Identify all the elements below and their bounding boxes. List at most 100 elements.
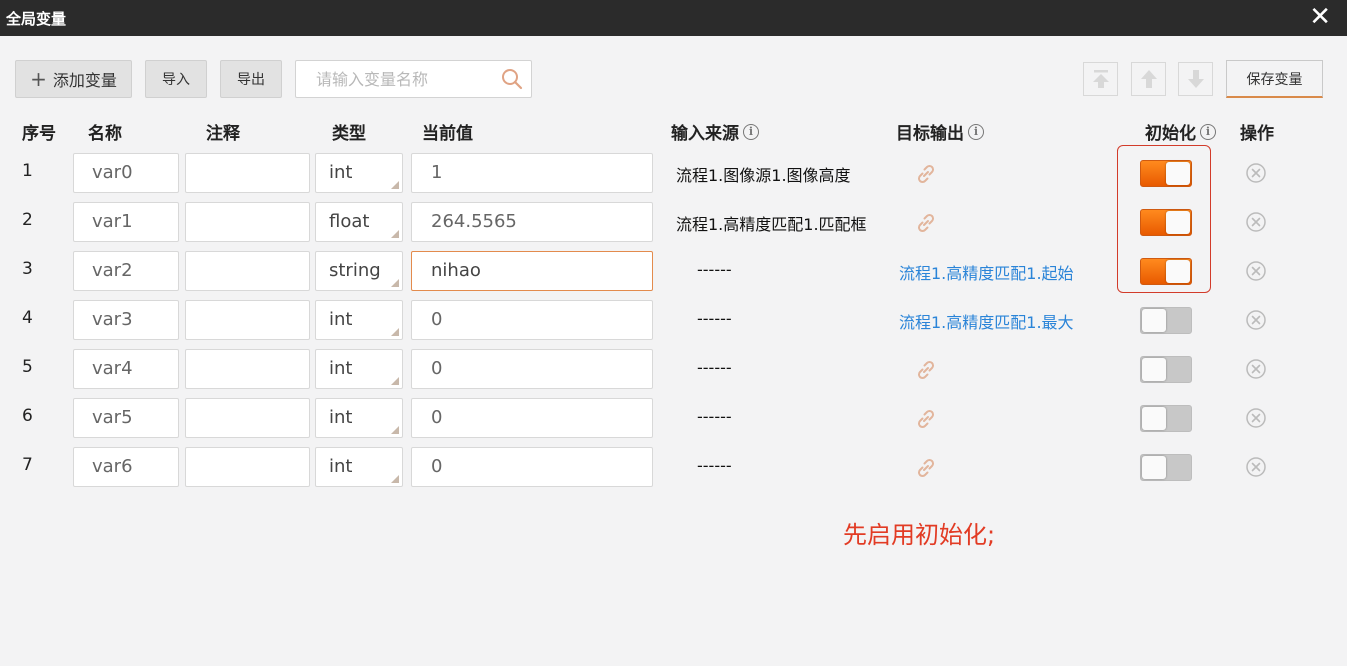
note-field[interactable] [185, 398, 310, 438]
toggle-knob [1142, 407, 1166, 430]
value-field[interactable]: 264.5565 [411, 202, 653, 242]
header-target: 目标输出 i [896, 119, 984, 144]
info-icon[interactable]: i [968, 123, 984, 140]
type-select[interactable]: float [315, 202, 403, 242]
delete-icon[interactable] [1245, 260, 1267, 282]
value-field[interactable]: 1 [411, 153, 653, 193]
type-select[interactable]: int [315, 153, 403, 193]
move-up-button[interactable] [1131, 62, 1166, 96]
header-source-label: 输入来源 [671, 124, 739, 144]
move-down-button[interactable] [1178, 62, 1213, 96]
name-field[interactable]: var3 [73, 300, 179, 340]
input-source[interactable]: ------ [697, 309, 897, 328]
table-row: 4 var3 int 0 ------ 流程1.高精度匹配1.最大 [0, 300, 1347, 340]
row-seq: 7 [22, 455, 33, 475]
header-value: 当前值 [422, 124, 473, 144]
delete-icon[interactable] [1245, 211, 1267, 233]
delete-icon[interactable] [1245, 162, 1267, 184]
annotation-text: 先启用初始化; [843, 521, 996, 549]
note-field[interactable] [185, 251, 310, 291]
header-type: 类型 [332, 124, 366, 144]
table-row: 6 var5 int 0 ------ [0, 398, 1347, 438]
type-select[interactable]: int [315, 447, 403, 487]
row-seq: 5 [22, 357, 33, 377]
search-icon[interactable] [501, 68, 523, 90]
delete-icon[interactable] [1245, 407, 1267, 429]
init-toggle[interactable] [1140, 454, 1192, 481]
close-icon[interactable]: ✕ [1309, 2, 1331, 32]
header-source: 输入来源 i [671, 119, 759, 144]
move-up-icon [1140, 70, 1157, 88]
input-source[interactable]: ------ [697, 407, 897, 426]
move-down-icon [1187, 70, 1204, 88]
delete-icon[interactable] [1245, 358, 1267, 380]
init-toggle[interactable] [1140, 307, 1192, 334]
link-icon[interactable] [914, 456, 938, 480]
link-icon[interactable] [914, 211, 938, 235]
value-field[interactable]: 0 [411, 300, 653, 340]
name-field[interactable]: var0 [73, 153, 179, 193]
note-field[interactable] [185, 300, 310, 340]
header-note: 注释 [206, 124, 240, 144]
header-name: 名称 [88, 124, 122, 144]
move-to-top-button[interactable] [1083, 62, 1118, 96]
input-source[interactable]: 流程1.高精度匹配1.匹配框 [676, 211, 876, 235]
title-bar: 全局变量 ✕ [0, 0, 1347, 36]
link-icon[interactable] [914, 162, 938, 186]
init-toggle[interactable] [1140, 356, 1192, 383]
row-seq: 3 [22, 259, 33, 279]
search-input[interactable] [296, 61, 496, 97]
name-field[interactable]: var6 [73, 447, 179, 487]
note-field[interactable] [185, 153, 310, 193]
header-init-label: 初始化 [1145, 124, 1196, 144]
add-variable-button[interactable]: + 添加变量 [15, 60, 132, 98]
search-box [295, 60, 532, 98]
row-seq: 2 [22, 210, 33, 230]
value-field[interactable]: 0 [411, 398, 653, 438]
type-select[interactable]: int [315, 300, 403, 340]
init-toggle[interactable] [1140, 405, 1192, 432]
input-source[interactable]: ------ [697, 456, 897, 475]
header-init: 初始化 i [1145, 119, 1216, 144]
delete-icon[interactable] [1245, 309, 1267, 331]
plus-icon: + [30, 67, 47, 91]
add-variable-label: 添加变量 [52, 71, 117, 90]
target-output-link[interactable]: 流程1.高精度匹配1.最大 [899, 309, 1087, 333]
name-field[interactable]: var1 [73, 202, 179, 242]
table-row: 7 var6 int 0 ------ [0, 447, 1347, 487]
name-field[interactable]: var2 [73, 251, 179, 291]
note-field[interactable] [185, 349, 310, 389]
type-select[interactable]: string [315, 251, 403, 291]
value-field[interactable]: 0 [411, 349, 653, 389]
input-source[interactable]: ------ [697, 260, 897, 279]
name-field[interactable]: var5 [73, 398, 179, 438]
type-select[interactable]: int [315, 398, 403, 438]
note-field[interactable] [185, 447, 310, 487]
row-seq: 6 [22, 406, 33, 426]
toggle-knob [1142, 309, 1166, 332]
name-field[interactable]: var4 [73, 349, 179, 389]
move-to-top-icon [1092, 70, 1109, 88]
link-icon[interactable] [914, 407, 938, 431]
info-icon[interactable]: i [1200, 123, 1216, 140]
highlight-box [1117, 145, 1211, 293]
toggle-knob [1142, 456, 1166, 479]
input-source[interactable]: ------ [697, 358, 897, 377]
link-icon[interactable] [914, 358, 938, 382]
value-field[interactable]: 0 [411, 447, 653, 487]
input-source[interactable]: 流程1.图像源1.图像高度 [676, 162, 876, 186]
header-seq: 序号 [22, 124, 56, 144]
window-title: 全局变量 [6, 10, 67, 28]
delete-icon[interactable] [1245, 456, 1267, 478]
target-output-link[interactable]: 流程1.高精度匹配1.起始 [899, 260, 1087, 284]
row-seq: 1 [22, 161, 33, 181]
type-select[interactable]: int [315, 349, 403, 389]
header-target-label: 目标输出 [896, 124, 964, 144]
save-variables-button[interactable]: 保存变量 [1226, 60, 1323, 98]
note-field[interactable] [185, 202, 310, 242]
export-button[interactable]: 导出 [220, 60, 282, 98]
value-field[interactable]: nihao [411, 251, 653, 291]
toggle-knob [1142, 358, 1166, 381]
import-button[interactable]: 导入 [145, 60, 207, 98]
info-icon[interactable]: i [743, 123, 759, 140]
